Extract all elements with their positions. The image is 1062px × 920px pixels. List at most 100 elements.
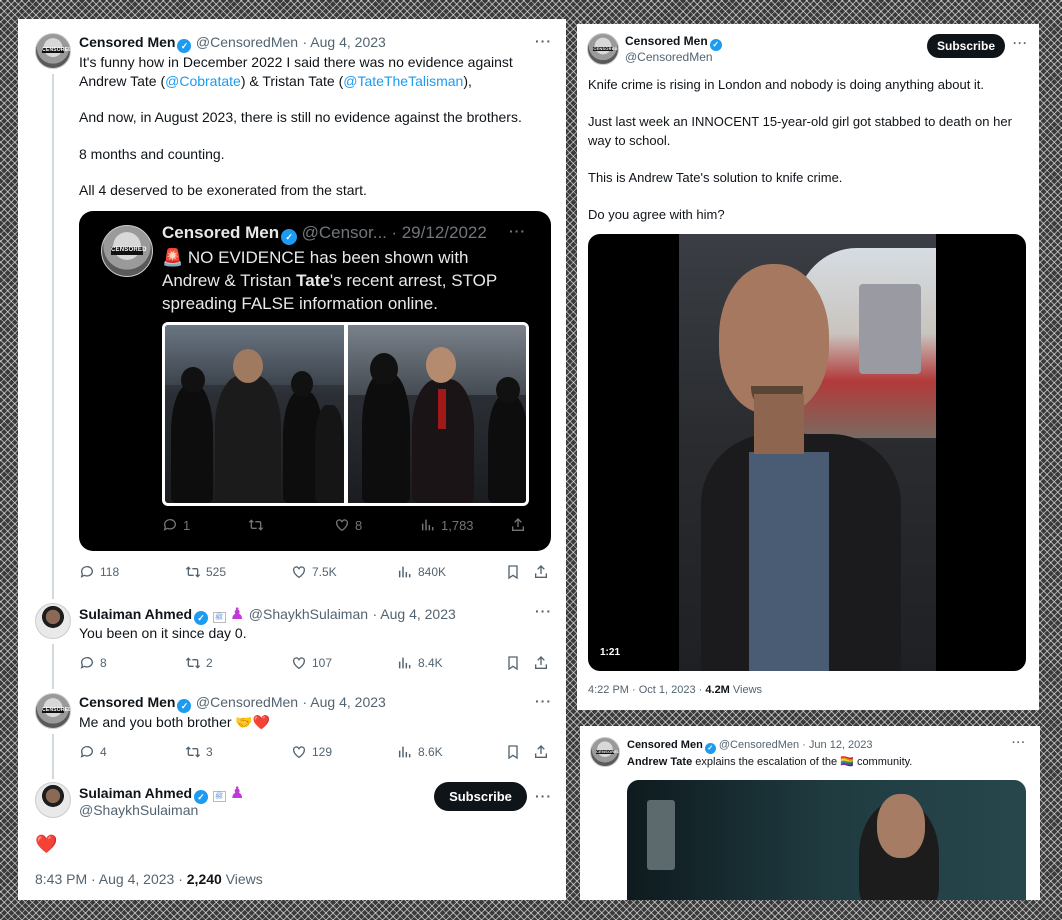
arrest-photo-left[interactable] — [165, 325, 344, 503]
tweet-paragraph-1: Knife crime is rising in London and nobo… — [588, 77, 985, 92]
retweet-button[interactable]: 525 — [185, 564, 291, 580]
quoted-handle: @Censor... — [301, 223, 387, 242]
bookmark-icon — [505, 655, 521, 671]
tweet-paragraph-4: All 4 deserved to be exonerated from the… — [79, 182, 367, 198]
like-button[interactable]: 7.5K — [291, 564, 397, 580]
views-button[interactable]: 840K — [397, 564, 505, 580]
author-name[interactable]: Censored Men — [79, 694, 175, 710]
preview-tweet-panel: CENSORED Censored Men ✓ @CensoredMen · Ju… — [580, 726, 1040, 900]
reply-date[interactable]: · Aug 4, 2023 — [373, 606, 456, 622]
reply-button[interactable]: 118 — [79, 564, 185, 580]
quoted-tweet-card[interactable]: CENSORED Censored Men ✓ @Censor... · 29/1… — [79, 211, 551, 551]
quoted-media-grid — [162, 322, 529, 506]
mention-cobratate[interactable]: @Cobratate — [165, 73, 241, 89]
quoted-more-icon: ··· — [509, 223, 526, 239]
reply-date[interactable]: · Aug 4, 2023 — [303, 694, 386, 710]
reply-icon — [79, 564, 95, 580]
retweet-icon — [185, 744, 201, 760]
mention-tatethetalisman[interactable]: @TateTheTalisman — [343, 73, 463, 89]
tweet-paragraph-3: 8 months and counting. — [79, 146, 225, 162]
tweet-paragraph-4: Do you agree with him? — [588, 207, 725, 222]
reply-icon — [162, 517, 178, 533]
views-icon — [397, 744, 413, 760]
reply-icon — [79, 655, 95, 671]
like-button[interactable]: 129 — [291, 744, 397, 760]
bookmark-button[interactable] — [505, 564, 533, 580]
share-icon — [533, 564, 549, 580]
share-button[interactable] — [533, 744, 549, 760]
thread-line — [52, 74, 54, 599]
author-name[interactable]: Censored Men — [625, 34, 708, 48]
video-player[interactable]: 1:21 — [588, 234, 1026, 671]
tweet-header: Censored Men ✓ @CensoredMen · Jun 12, 202… — [627, 739, 873, 754]
reply-button[interactable]: 4 — [79, 744, 185, 760]
author-handle[interactable]: @CensoredMen — [196, 694, 298, 710]
share-button[interactable] — [533, 564, 549, 580]
share-icon — [533, 744, 549, 760]
author-name[interactable]: Censored Men — [627, 739, 703, 751]
author-handle[interactable]: @CensoredMen — [625, 50, 713, 64]
reply-button[interactable]: 8 — [79, 655, 185, 671]
like-icon — [291, 655, 307, 671]
avatar-censored-label: CENSORED — [42, 47, 71, 54]
views-icon — [397, 564, 413, 580]
censored-men-avatar[interactable]: CENSORED — [35, 693, 71, 729]
left-thread-panel: CENSORED Censored Men ✓ @CensoredMen · Au… — [18, 19, 566, 900]
subscribe-button[interactable]: Subscribe — [927, 34, 1005, 58]
more-options-icon[interactable]: ··· — [1013, 36, 1028, 50]
author-handle[interactable]: @ShaykhSulaiman — [249, 606, 368, 622]
tweet-header: Censored Men ✓ @CensoredMen · Aug 4, 2023 — [79, 34, 386, 53]
sulaiman-avatar[interactable] — [35, 603, 71, 639]
tweet-paragraph-2: And now, in August 2023, there is still … — [79, 109, 522, 125]
retweet-icon — [185, 655, 201, 671]
more-options-icon[interactable]: ··· — [535, 603, 552, 619]
tweet-timestamp: 8:43 PM · Aug 4, 2023 · 2,240 Views — [35, 871, 263, 887]
like-button[interactable]: 107 — [291, 655, 397, 671]
censored-men-avatar[interactable]: CENSORED — [587, 33, 619, 65]
retweet-button[interactable]: 3 — [185, 744, 291, 760]
views-button[interactable]: 8.6K — [397, 744, 505, 760]
reply-header: Sulaiman Ahmed ✓ ﷺ ♟ @ShaykhSulaiman · Au… — [79, 604, 456, 625]
quoted-date: · 29/12/2022 — [391, 223, 487, 242]
verified-badge-icon: ✓ — [177, 39, 192, 53]
sulaiman-avatar[interactable] — [35, 782, 71, 818]
author-name[interactable]: Sulaiman Ahmed — [79, 606, 192, 622]
tweet-line-1: It's funny how in December 2022 I said t… — [79, 54, 513, 70]
censored-men-avatar[interactable]: CENSORED — [590, 737, 620, 767]
quoted-avatar: CENSORED — [101, 225, 153, 277]
views-button[interactable]: 8.4K — [397, 655, 505, 671]
subscribe-button[interactable]: Subscribe — [434, 782, 527, 811]
share-button[interactable] — [533, 655, 549, 671]
author-handle[interactable]: @CensoredMen — [196, 34, 298, 50]
more-options-icon[interactable]: ··· — [1012, 737, 1026, 749]
video-duration: 1:21 — [600, 647, 621, 658]
bookmark-button[interactable] — [505, 655, 533, 671]
bookmark-icon — [505, 744, 521, 760]
author-handle[interactable]: @ShaykhSulaiman — [79, 802, 198, 818]
flag-icon: ﷺ — [212, 612, 226, 623]
reply-header: Censored Men ✓ @CensoredMen · Aug 4, 2023 — [79, 694, 386, 713]
bookmark-button[interactable] — [505, 744, 533, 760]
video-preview[interactable] — [627, 780, 1026, 900]
tweet-date[interactable]: · Aug 4, 2023 — [303, 34, 386, 50]
author-handle[interactable]: @CensoredMen — [719, 739, 799, 751]
quoted-views: 1,783 — [420, 517, 510, 533]
quoted-actions: 1 8 1,783 — [162, 517, 526, 533]
censored-men-avatar[interactable]: CENSORED — [35, 33, 71, 69]
quoted-retweet-button — [248, 517, 334, 533]
reply-actions: 8 2 107 8.4K — [79, 655, 549, 671]
reply-text: You been on it since day 0. — [79, 625, 247, 641]
retweet-button[interactable]: 2 — [185, 655, 291, 671]
arrest-photo-right[interactable] — [348, 325, 526, 503]
more-options-icon[interactable]: ··· — [535, 693, 552, 709]
more-options-icon[interactable]: ··· — [535, 33, 552, 49]
tweet-timestamp: 4:22 PM · Oct 1, 2023 · 4.2M Views — [588, 684, 763, 696]
views-icon — [397, 655, 413, 671]
more-options-icon[interactable]: ··· — [535, 788, 552, 804]
bookmark-icon — [505, 564, 521, 580]
quoted-verified-icon: ✓ — [281, 229, 298, 245]
tweet-date[interactable]: · Jun 12, 2023 — [802, 739, 872, 751]
author-name[interactable]: Censored Men — [79, 34, 175, 50]
author-name[interactable]: Sulaiman Ahmed — [79, 785, 192, 801]
tweet-line-2: Andrew Tate (@Cobratate) & Tristan Tate … — [79, 73, 472, 89]
